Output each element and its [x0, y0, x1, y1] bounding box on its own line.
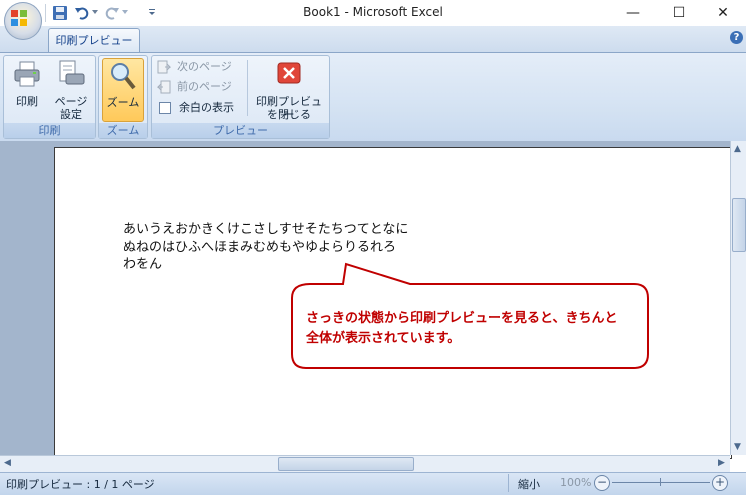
- page-text-line: あいうえおかきくけこさしすせそたちつてとなに: [123, 222, 409, 237]
- callout-text-line1: さっきの状態から印刷プレビューを見ると、きちんと: [306, 311, 618, 326]
- customize-qat-icon[interactable]: [147, 7, 157, 17]
- minimize-button[interactable]: —: [610, 0, 656, 26]
- zoom-out-icon[interactable]: −: [594, 475, 610, 491]
- undo-icon[interactable]: [74, 5, 90, 21]
- zoom-out-label[interactable]: 縮小: [518, 476, 540, 492]
- previous-page-icon: [157, 80, 171, 94]
- page-text-line: わをん: [123, 257, 163, 272]
- vertical-scroll-thumb[interactable]: [732, 198, 746, 252]
- group-print: 印刷 印刷 ページ 設定: [3, 55, 96, 139]
- close-print-preview-button[interactable]: 印刷プレビュー を閉じる: [252, 58, 326, 121]
- group-zoom-label: ズーム: [99, 123, 147, 138]
- save-icon[interactable]: [52, 5, 68, 21]
- status-divider: [508, 474, 509, 492]
- redo-dropdown-icon[interactable]: [122, 9, 128, 15]
- previous-page-button[interactable]: 前のページ: [157, 78, 247, 95]
- group-print-label: 印刷: [4, 123, 95, 138]
- group-zoom: ズーム ズーム: [98, 55, 148, 139]
- close-preview-icon: [277, 62, 301, 84]
- close-window-button[interactable]: ✕: [700, 0, 746, 26]
- show-margins-checkbox[interactable]: 余白の表示: [157, 99, 249, 116]
- next-page-button[interactable]: 次のページ: [157, 58, 247, 75]
- maximize-button[interactable]: ☐: [656, 0, 702, 26]
- show-margins-box[interactable]: [159, 102, 171, 114]
- scroll-right-icon[interactable]: ▶: [718, 458, 725, 468]
- scroll-left-icon[interactable]: ◀: [4, 458, 11, 468]
- zoom-level: 100%: [560, 476, 592, 489]
- zoom-slider-track[interactable]: [612, 482, 710, 483]
- magnifier-icon: [111, 63, 136, 90]
- horizontal-scroll-thumb[interactable]: [278, 457, 414, 471]
- office-logo-icon: [11, 10, 27, 26]
- zoom-button[interactable]: ズーム: [102, 58, 144, 122]
- zoom-slider-thumb[interactable]: [660, 478, 661, 486]
- page-setup-button[interactable]: ページ 設定: [50, 58, 92, 121]
- callout-text-line2: 全体が表示されています。: [306, 331, 461, 346]
- group-preview-label: プレビュー: [152, 123, 329, 138]
- scroll-down-icon[interactable]: ▼: [734, 442, 741, 452]
- tab-print-preview[interactable]: 印刷プレビュー: [48, 28, 140, 53]
- group-divider: [247, 60, 248, 116]
- next-page-icon: [157, 60, 171, 74]
- page-setup-icon: [59, 60, 85, 85]
- scroll-up-icon[interactable]: ▲: [734, 144, 741, 154]
- redo-icon[interactable]: [104, 5, 120, 21]
- status-text: 印刷プレビュー : 1 / 1 ページ: [6, 478, 155, 491]
- help-icon[interactable]: ?: [730, 31, 743, 44]
- vertical-scrollbar[interactable]: [730, 141, 746, 455]
- qat-separator: [45, 4, 46, 22]
- group-preview: プレビュー 次のページ 前のページ 余白の表示 印刷プレビュー を閉じる: [151, 55, 330, 139]
- undo-dropdown-icon[interactable]: [92, 9, 98, 15]
- print-button[interactable]: 印刷: [7, 58, 47, 120]
- page-text-line: ぬねのはひふへほまみむめもやゆよらりるれろ: [123, 240, 397, 255]
- printer-icon: [14, 61, 40, 87]
- zoom-in-icon[interactable]: +: [712, 475, 728, 491]
